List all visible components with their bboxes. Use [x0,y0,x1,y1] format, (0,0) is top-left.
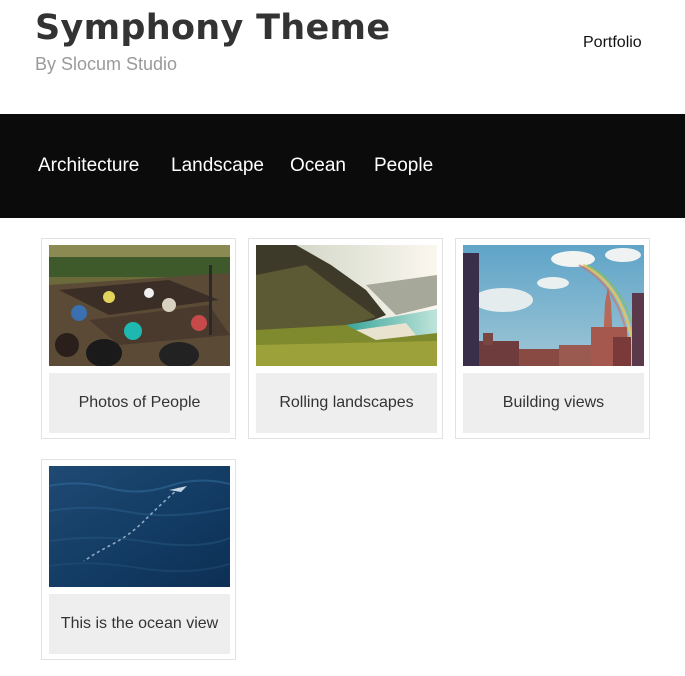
card-caption-box: Building views [463,373,644,433]
gallery-card-architecture[interactable]: Building views [455,238,650,439]
city-skyline-rainbow-photo[interactable] [463,245,644,366]
gallery-card-landscape[interactable]: Rolling landscapes [248,238,443,439]
deep-blue-ocean-photo[interactable] [49,466,230,587]
market-boats-people-photo[interactable] [49,245,230,366]
coastal-mountain-landscape-photo[interactable] [256,245,437,366]
main-navigation: Architecture Landscape Ocean People [0,114,685,218]
site-title[interactable]: Symphony Theme [35,6,390,50]
gallery-card-ocean[interactable]: This is the ocean view [41,459,236,660]
portfolio-link[interactable]: Portfolio [583,33,642,53]
nav-item-architecture[interactable]: Architecture [38,154,139,178]
card-caption-box: Photos of People [49,373,230,433]
card-caption: This is the ocean view [60,615,219,632]
card-caption-box: Rolling landscapes [256,373,437,433]
nav-item-ocean[interactable]: Ocean [290,154,346,178]
site-byline: By Slocum Studio [35,54,178,74]
gallery-card-people[interactable]: Photos of People [41,238,236,439]
card-caption-box: This is the ocean view [49,594,230,654]
card-caption: Rolling landscapes [279,394,414,411]
card-caption: Building views [502,394,605,411]
site-header: Symphony Theme By Slocum Studio Portfoli… [0,0,685,114]
nav-item-people[interactable]: People [374,154,433,178]
nav-item-landscape[interactable]: Landscape [171,154,264,178]
card-caption: Photos of People [78,394,201,411]
